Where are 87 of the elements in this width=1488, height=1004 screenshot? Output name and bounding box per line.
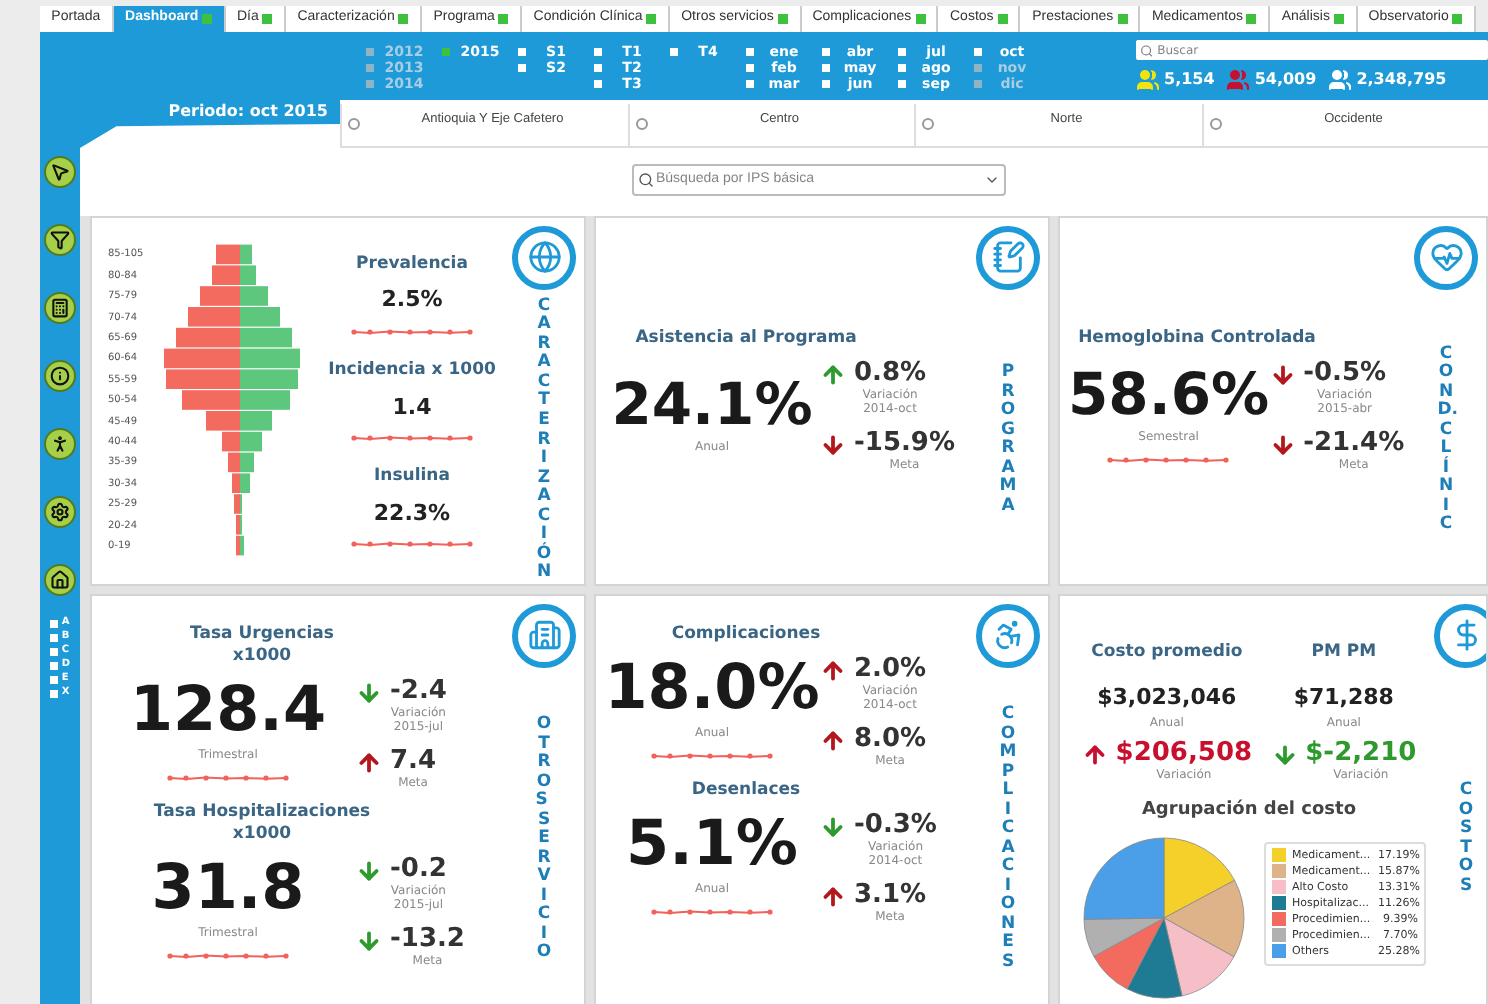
change-value: $-2,210 — [1305, 738, 1417, 769]
change-value: -2.4 — [390, 675, 447, 706]
metric-title: PM PM — [1311, 639, 1377, 666]
metric-value: 128.4 — [129, 680, 327, 743]
metric-value: 24.1% — [611, 375, 813, 434]
metric-value: $71,288 — [1293, 681, 1394, 714]
change-value: 8.0% — [854, 723, 927, 754]
period-checkbox[interactable] — [442, 48, 450, 56]
globe-icon — [512, 225, 576, 290]
info-icon[interactable] — [44, 360, 76, 392]
building-icon — [512, 603, 576, 668]
period-checkbox[interactable] — [974, 48, 982, 56]
period-checkbox[interactable] — [898, 64, 906, 72]
change-value: 7.4 — [390, 745, 437, 776]
checkbox[interactable] — [49, 647, 58, 655]
metric-title: Insulina — [374, 464, 450, 490]
change-value: 3.1% — [854, 879, 927, 910]
person-icon — [976, 603, 1040, 668]
chart-title: Agrupación del costo — [1139, 798, 1359, 825]
metric-value: 18.0% — [604, 658, 820, 721]
radio-button[interactable] — [348, 118, 360, 130]
metric-value: $3,023,046 — [1097, 681, 1237, 714]
checkbox[interactable] — [49, 675, 58, 683]
stat-value: 54,009 — [1254, 68, 1317, 92]
search-icon — [1140, 43, 1154, 57]
calculator-icon[interactable] — [44, 292, 76, 324]
person-icon[interactable] — [44, 428, 76, 460]
period-checkbox[interactable] — [518, 48, 526, 56]
period-checkbox[interactable] — [594, 64, 602, 72]
search-icon — [638, 171, 654, 188]
metric-value: 2.5% — [381, 284, 443, 317]
period-checkbox[interactable] — [670, 48, 678, 56]
home-icon[interactable] — [44, 564, 76, 596]
metric-title: Incidencia x 1000 — [328, 357, 496, 384]
period-checkbox[interactable] — [746, 80, 754, 88]
metric-title: Complicaciones — [671, 623, 821, 646]
settings-icon[interactable] — [44, 496, 76, 528]
period-checkbox[interactable] — [746, 48, 754, 56]
section-label: COND. CLÍNIC — [1437, 345, 1455, 536]
metric-title: Prevalencia — [356, 251, 468, 277]
section-label: CARACTERIZACIÓN — [535, 297, 553, 584]
period-checkbox[interactable] — [822, 48, 830, 56]
change-value: -13.2 — [390, 923, 465, 954]
checkbox[interactable] — [49, 633, 58, 641]
period-title: Periodo: oct 2015 — [166, 100, 330, 124]
period-checkbox[interactable] — [746, 64, 754, 72]
period-checkbox[interactable] — [898, 80, 906, 88]
radio-button[interactable] — [635, 118, 647, 130]
change-value: $206,508 — [1115, 738, 1253, 769]
notebook-icon — [976, 225, 1040, 290]
period-checkbox[interactable] — [594, 48, 602, 56]
metric-title: Costo promedio — [1091, 639, 1243, 666]
checkbox[interactable] — [49, 661, 58, 669]
change-value: -21.4% — [1303, 428, 1405, 459]
stat-value: 5,154 — [1164, 68, 1215, 92]
metric-value: 31.8 — [151, 858, 305, 921]
section-label: COMPLICACIONES — [999, 706, 1017, 973]
section-label: COSTOS — [1457, 782, 1475, 897]
metric-title: Hemoglobina Controlada — [1078, 328, 1316, 351]
change-value: -15.9% — [854, 428, 955, 459]
period-checkbox[interactable] — [898, 48, 906, 56]
metric-title: Desenlaces — [691, 779, 801, 802]
period-checkbox[interactable] — [518, 64, 526, 72]
filter-icon[interactable] — [44, 224, 76, 256]
checkbox[interactable] — [49, 689, 58, 697]
metric-title: Tasa Hospitalizaciones x1000 — [153, 801, 371, 846]
section-label: PROGRAMA — [999, 364, 1017, 517]
change-value: 2.0% — [854, 653, 927, 684]
metric-value: 1.4 — [392, 391, 432, 424]
period-checkbox[interactable] — [594, 80, 602, 88]
metric-title: Tasa Urgencias x1000 — [190, 623, 334, 668]
radio-button[interactable] — [1209, 118, 1221, 130]
change-value: -0.3% — [854, 809, 937, 840]
checkbox[interactable] — [49, 619, 58, 627]
radio-button[interactable] — [922, 118, 934, 130]
pointer-icon[interactable] — [44, 156, 76, 188]
period-checkbox[interactable] — [822, 64, 830, 72]
metric-value: 58.6% — [1068, 365, 1270, 424]
stat-value: 2,348,795 — [1356, 68, 1447, 92]
metric-value: 22.3% — [373, 497, 451, 530]
section-label: OTROS SERVICIO — [535, 716, 553, 964]
change-value: 0.8% — [854, 358, 927, 389]
metric-title: Asistencia al Programa — [635, 328, 857, 351]
change-value: -0.2 — [390, 853, 447, 884]
change-value: -0.5% — [1303, 358, 1387, 389]
metric-value: 5.1% — [626, 814, 798, 877]
period-checkbox[interactable] — [822, 80, 830, 88]
